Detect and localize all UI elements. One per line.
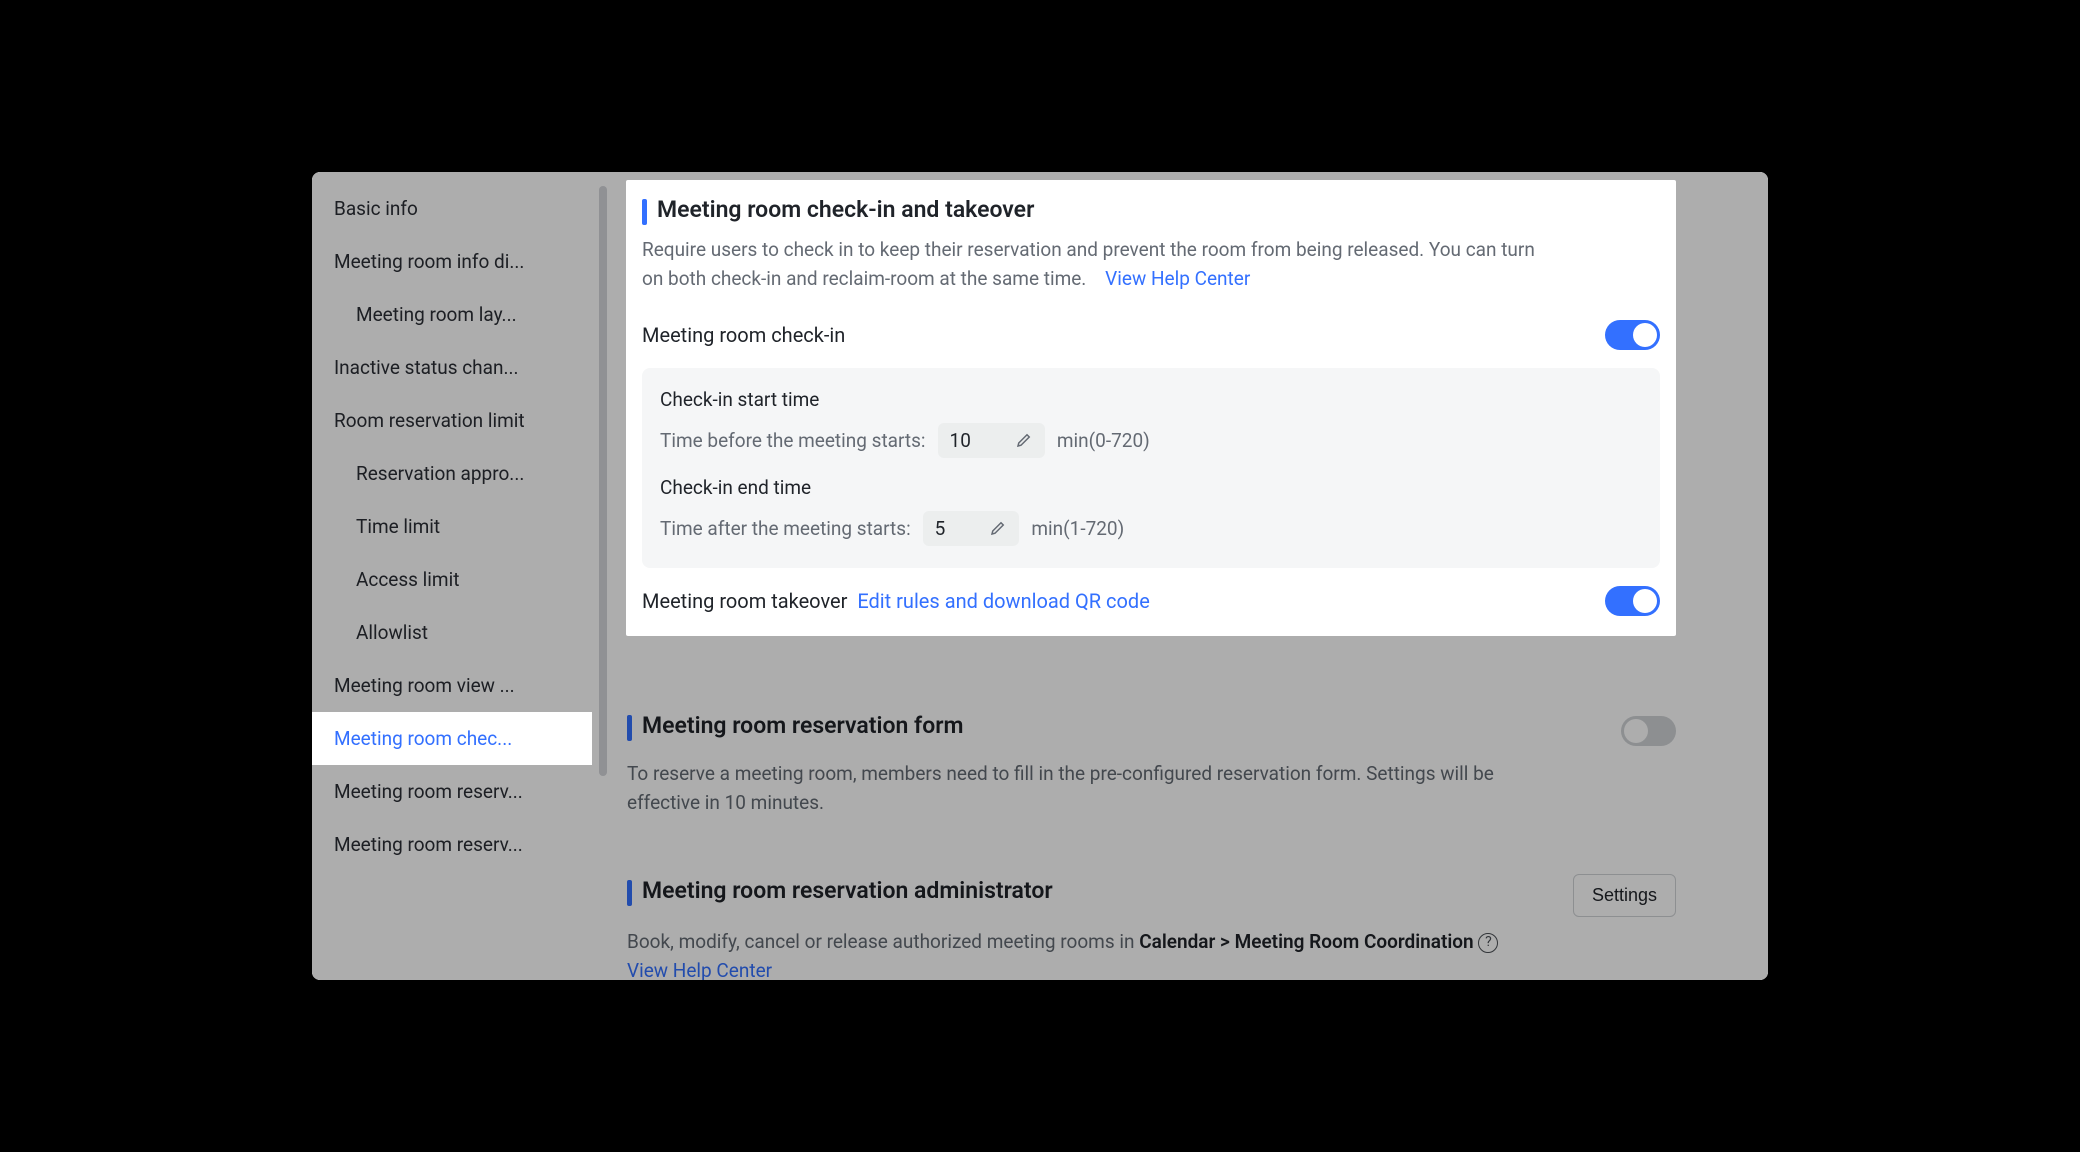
sidebar-item-label: Meeting room view ...: [334, 674, 515, 697]
sidebar-item-label: Time limit: [356, 515, 440, 538]
takeover-edit-link[interactable]: Edit rules and download QR code: [857, 589, 1150, 613]
takeover-toggle[interactable]: [1605, 586, 1660, 616]
app-viewport: Basic info Meeting room info di... Meeti…: [312, 172, 1768, 980]
checkin-end-row: Time after the meeting starts: 5 min(1-7…: [660, 511, 1642, 546]
reservation-admin-title: Meeting room reservation administrator: [642, 877, 1053, 904]
sidebar-item-access-limit[interactable]: Access limit: [312, 553, 607, 606]
takeover-label: Meeting room takeover: [642, 589, 847, 613]
sidebar-item-label: Meeting room reserv...: [334, 833, 523, 856]
sidebar-item-label: Meeting room lay...: [356, 303, 517, 326]
sidebar-item-room-info-display[interactable]: Meeting room info di...: [312, 235, 607, 288]
sidebar-item-label: Room reservation limit: [334, 409, 525, 432]
reservation-form-section: Meeting room reservation form To reserve…: [627, 712, 1676, 818]
sidebar-item-label: Basic info: [334, 197, 418, 220]
checkin-toggle[interactable]: [1605, 320, 1660, 350]
checkin-end-title: Check-in end time: [660, 476, 1642, 499]
takeover-row: Meeting room takeover Edit rules and dow…: [642, 586, 1660, 616]
checkin-time-box: Check-in start time Time before the meet…: [642, 368, 1660, 568]
settings-sidebar: Basic info Meeting room info di... Meeti…: [312, 172, 607, 980]
reservation-form-toggle[interactable]: [1621, 716, 1676, 746]
sidebar-item-label: Access limit: [356, 568, 459, 591]
sidebar-item-label: Allowlist: [356, 621, 428, 644]
sidebar-item-allowlist[interactable]: Allowlist: [312, 606, 607, 659]
sidebar-item-reservation-approval[interactable]: Reservation appro...: [312, 447, 607, 500]
reservation-form-header-row: Meeting room reservation form: [627, 712, 1676, 749]
sidebar-item-room-layout[interactable]: Meeting room lay...: [312, 288, 607, 341]
sidebar-item-basic-info[interactable]: Basic info: [312, 182, 607, 235]
sidebar-item-reservation-limit[interactable]: Room reservation limit: [312, 394, 607, 447]
checkin-end-suffix: min(1-720): [1031, 517, 1124, 540]
help-icon[interactable]: ?: [1478, 933, 1498, 953]
checkin-end-prefix: Time after the meeting starts:: [660, 517, 911, 540]
takeover-left: Meeting room takeover Edit rules and dow…: [642, 589, 1150, 613]
admin-desc-pre: Book, modify, cancel or release authoriz…: [627, 930, 1139, 953]
reservation-form-desc: To reserve a meeting room, members need …: [627, 759, 1527, 818]
sidebar-item-room-reservation-1[interactable]: Meeting room reserv...: [312, 765, 607, 818]
checkin-toggle-row: Meeting room check-in: [642, 320, 1660, 350]
section-head: Meeting room check-in and takeover: [642, 196, 1660, 225]
checkin-start-suffix: min(0-720): [1057, 429, 1150, 452]
section-head: Meeting room reservation administrator: [627, 877, 1053, 906]
checkin-start-prefix: Time before the meeting starts:: [660, 429, 926, 452]
section-marker: [642, 199, 647, 225]
checkin-label: Meeting room check-in: [642, 323, 845, 347]
sidebar-item-inactive-status[interactable]: Inactive status chan...: [312, 341, 607, 394]
reservation-admin-section: Meeting room reservation administrator S…: [627, 874, 1676, 980]
checkin-start-field[interactable]: 10: [938, 423, 1045, 458]
checkin-end-field[interactable]: 5: [923, 511, 1020, 546]
section-marker: [627, 715, 632, 741]
admin-desc-bold: Calendar > Meeting Room Coordination: [1139, 930, 1474, 953]
edit-icon: [1015, 431, 1033, 449]
edit-icon: [989, 519, 1007, 537]
sidebar-item-room-reservation-2[interactable]: Meeting room reserv...: [312, 818, 607, 871]
checkin-section: Meeting room check-in and takeover Requi…: [626, 180, 1676, 636]
reservation-form-title: Meeting room reservation form: [642, 712, 963, 739]
sidebar-item-label: Meeting room info di...: [334, 250, 524, 273]
checkin-end-value: 5: [935, 517, 946, 540]
section-marker: [627, 880, 632, 906]
checkin-start-value: 10: [950, 429, 971, 452]
checkin-title: Meeting room check-in and takeover: [657, 196, 1034, 223]
reservation-admin-desc: Book, modify, cancel or release authoriz…: [627, 927, 1527, 980]
checkin-help-link[interactable]: View Help Center: [1105, 267, 1250, 290]
sidebar-item-label: Inactive status chan...: [334, 356, 518, 379]
admin-help-link[interactable]: View Help Center: [627, 959, 772, 980]
sidebar-item-label: Meeting room chec...: [334, 727, 512, 750]
checkin-desc-text: Require users to check in to keep their …: [642, 238, 1535, 290]
sidebar-item-room-view[interactable]: Meeting room view ...: [312, 659, 607, 712]
section-head: Meeting room reservation form: [627, 712, 963, 741]
admin-settings-button[interactable]: Settings: [1573, 874, 1676, 917]
reservation-admin-header-row: Meeting room reservation administrator S…: [627, 874, 1676, 917]
sidebar-item-time-limit[interactable]: Time limit: [312, 500, 607, 553]
sidebar-item-room-checkin-active[interactable]: Meeting room chec...: [312, 712, 592, 765]
sidebar-item-label: Reservation appro...: [356, 462, 524, 485]
checkin-start-title: Check-in start time: [660, 388, 1642, 411]
checkin-start-row: Time before the meeting starts: 10 min(0…: [660, 423, 1642, 458]
checkin-desc: Require users to check in to keep their …: [642, 235, 1542, 294]
sidebar-scrollbar[interactable]: [599, 186, 607, 776]
sidebar-item-label: Meeting room reserv...: [334, 780, 523, 803]
